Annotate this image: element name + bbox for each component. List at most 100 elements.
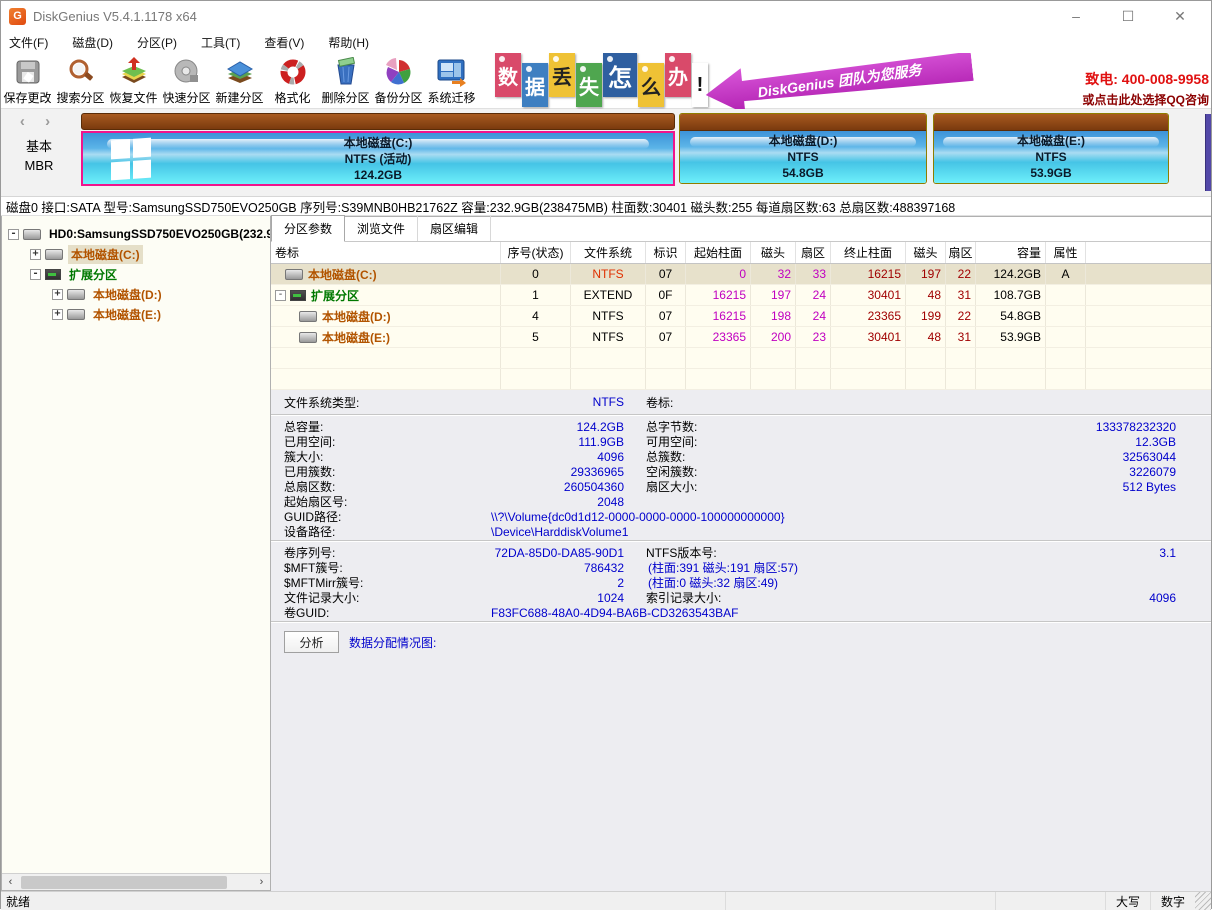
volume-guid-value: F83FC688-48A0-4D94-BA6B-CD3263543BAF [491,605,739,620]
detail-row: 总容量: 124.2GB 总字节数: 133378232320 [284,419,1176,435]
delete-partition-button[interactable]: 删除分区 [319,53,372,108]
disk-icon [23,228,41,240]
menu-file[interactable]: 文件(F) [9,34,48,51]
partition-icon [299,331,317,343]
data-allocation-label: 数据分配情况图: [349,635,437,650]
partition-details-panel: 文件系统类型: NTFS 卷标: 总容量: 124.2GB 总字节数: 133378… [271,390,1211,891]
banner-tile: 么 [638,63,664,107]
toolbar-label: 恢复文件 [109,91,158,105]
maximize-button[interactable]: ☐ [1117,8,1139,25]
partition-tree-panel: - HD0:SamsungSSD750EVO250GB(232.9GB) + 本… [1,216,271,891]
banner-tile: ! [692,63,708,107]
app-logo-icon: G [9,7,26,25]
analyze-button[interactable]: 分析 [284,631,339,653]
tree-item-local-disk-d[interactable]: + 本地磁盘(D:) [2,284,270,304]
table-row-local-disk-c[interactable]: 本地磁盘(C:) 0 NTFS 07 0 32 33 16215 197 22 … [271,264,1211,285]
status-caps-lock: 大写 [1105,892,1150,910]
next-disk-edge [1205,114,1211,191]
partition-block-c[interactable]: 本地磁盘(C:) NTFS (活动) 124.2GB [81,113,675,186]
tab-partition-parameters[interactable]: 分区参数 [271,215,346,242]
banner-tile: 据 [522,63,548,107]
expand-icon[interactable]: + [52,288,63,300]
resize-grip[interactable] [1195,892,1211,910]
new-partition-button[interactable]: 新建分区 [213,53,266,108]
partition-icon [45,248,63,260]
delete-partition-icon [329,55,363,89]
partition-c-name: 本地磁盘(C:) [343,135,413,150]
status-ready: 就绪 [6,894,31,909]
tree-item-local-disk-e[interactable]: + 本地磁盘(E:) [2,304,270,324]
partition-scheme-label: MBR [24,158,54,173]
scroll-right-icon[interactable]: › [253,876,270,888]
guid-path-value: \\?\Volume{dc0d1d12-0000-0000-0000-10000… [491,509,785,524]
scroll-left-icon[interactable]: ‹ [2,876,19,888]
menu-view[interactable]: 查看(V) [264,34,304,51]
close-button[interactable]: ✕ [1169,8,1191,25]
partition-icon [67,308,85,320]
banner-phone-number: 致电: 400-008-9958 [1085,71,1209,87]
detail-row: 卷序列号: 72DA-85D0-DA85-90D1 NTFS版本号: 3.1 [284,545,1176,561]
menu-tools[interactable]: 工具(T) [201,34,240,51]
disk-nav-arrows[interactable]: ‹ › [1,113,77,130]
quick-partition-button[interactable]: 快速分区 [160,53,213,108]
banner-tile: 办 [665,53,691,97]
menu-disk[interactable]: 磁盘(D) [72,34,113,51]
partition-block-e[interactable]: 本地磁盘(E:) NTFS 53.9GB [933,113,1169,184]
detail-row: $MFT簇号: 786432 (柱面:391 磁头:191 扇区:57) [284,560,799,576]
disk-info-line: 磁盘0 接口:SATA 型号:SamsungSSD750EVO250GB 序列号… [1,197,1211,216]
collapse-icon[interactable]: - [275,289,286,301]
status-bar: 就绪 大写 数字 [1,891,1211,910]
toolbar-label: 格式化 [274,91,311,105]
partition-table: 卷标 序号(状态) 文件系统 标识 起始柱面 磁头 扇区 终止柱面 磁头 扇区 … [271,242,1211,390]
partition-icon [299,310,317,322]
collapse-icon[interactable]: - [8,228,19,240]
extended-partition-icon [290,289,306,301]
tree-item-local-disk-c[interactable]: + 本地磁盘(C:) [2,244,270,264]
collapse-icon[interactable]: - [30,268,41,280]
partition-d-fs: NTFS [787,150,819,164]
partition-d-name: 本地磁盘(D:) [768,134,838,148]
banner-tile: 怎 [603,53,637,97]
table-row-local-disk-d[interactable]: 本地磁盘(D:) 4 NTFS 07 16215 198 24 23365 19… [271,306,1211,327]
detail-row-guid-path: GUID路径: \\?\Volume{dc0d1d12-0000-0000-00… [271,508,1211,525]
tab-browse-files[interactable]: 浏览文件 [345,216,419,241]
tree-item-extended-partition[interactable]: - 扩展分区 [2,264,270,284]
minimize-button[interactable]: – [1065,8,1087,25]
tab-sector-edit[interactable]: 扇区编辑 [418,216,492,241]
device-path-value: \Device\HarddiskVolume1 [491,524,629,539]
tree-item-disk-hd0[interactable]: - HD0:SamsungSSD750EVO250GB(232.9GB) [2,224,270,244]
table-row-local-disk-e[interactable]: 本地磁盘(E:) 5 NTFS 07 23365 200 23 30401 48… [271,327,1211,348]
partition-block-d[interactable]: 本地磁盘(D:) NTFS 54.8GB [679,113,927,184]
format-button[interactable]: 格式化 [266,53,319,108]
banner-tile: 丢 [549,53,575,97]
toolbar-label: 新建分区 [215,91,264,105]
system-migrate-button[interactable]: 系统迁移 [425,53,478,108]
scrollbar-thumb[interactable] [21,875,227,889]
banner-tile: 失 [576,63,602,107]
tree-horizontal-scrollbar[interactable]: ‹ › [2,873,270,890]
promo-banner[interactable]: 数 据 丢 失 怎 么 办 ! DiskGenius 团队为您服务 致电: 40… [493,53,1212,109]
search-partition-button[interactable]: 搜索分区 [54,53,107,108]
banner-slogan-tiles: 数 据 丢 失 怎 么 办 ! [495,53,709,107]
save-changes-button[interactable]: 保存更改 [1,53,54,108]
banner-arrow: DiskGenius 团队为您服务 [703,53,974,109]
detail-row: 已用空间: 111.9GB 可用空间: 12.3GB [284,434,1176,450]
expand-icon[interactable]: + [52,308,63,320]
windows-logo-icon [111,137,151,180]
expand-icon[interactable]: + [30,248,41,260]
menu-help[interactable]: 帮助(H) [328,34,369,51]
separator [271,414,1211,416]
table-row-extended-partition[interactable]: - 扩展分区 1 EXTEND 0F 16215 197 24 30401 48 … [271,285,1211,306]
toolbar-label: 删除分区 [321,91,370,105]
title-bar: G DiskGenius V5.4.1.1178 x64 – ☐ ✕ [1,1,1211,31]
capacity-bar-e [934,114,1168,131]
detail-row-device-path: 设备路径: \Device\HarddiskVolume1 [271,523,1211,540]
fs-type-label: 文件系统类型: [284,395,360,410]
banner-qq-link[interactable]: 或点击此处选择QQ咨询 [1082,91,1209,108]
backup-partition-button[interactable]: 备份分区 [372,53,425,108]
partition-icon [67,288,85,300]
menu-partition[interactable]: 分区(P) [137,34,177,51]
quick-partition-icon [170,55,204,89]
fs-type-value: NTFS [592,395,624,409]
recover-files-button[interactable]: 恢复文件 [107,53,160,108]
